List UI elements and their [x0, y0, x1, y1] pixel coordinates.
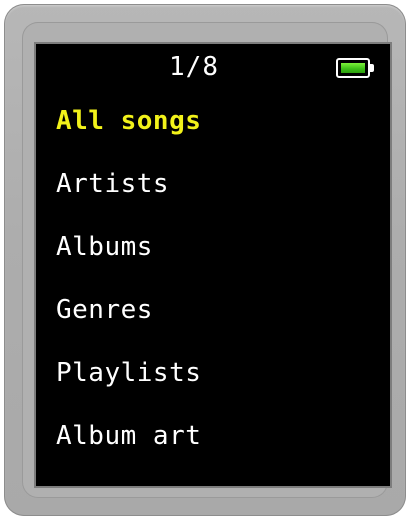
page-indicator: 1/8: [169, 52, 219, 82]
lcd-screen: 1/8 All songs Artists Albums Genres Play…: [36, 44, 390, 486]
menu-item-all-songs[interactable]: All songs: [56, 104, 201, 167]
battery-body: [336, 58, 370, 78]
music-menu: All songs Artists Albums Genres Playlist…: [56, 104, 201, 482]
menu-item-album-art[interactable]: Album art: [56, 419, 201, 482]
menu-item-playlists[interactable]: Playlists: [56, 356, 201, 419]
battery-icon: [336, 58, 376, 78]
battery-cap: [370, 64, 374, 72]
status-bar: 1/8: [36, 44, 390, 90]
menu-item-genres[interactable]: Genres: [56, 293, 201, 356]
battery-level-fill: [341, 63, 365, 73]
menu-item-artists[interactable]: Artists: [56, 167, 201, 230]
menu-item-albums[interactable]: Albums: [56, 230, 201, 293]
